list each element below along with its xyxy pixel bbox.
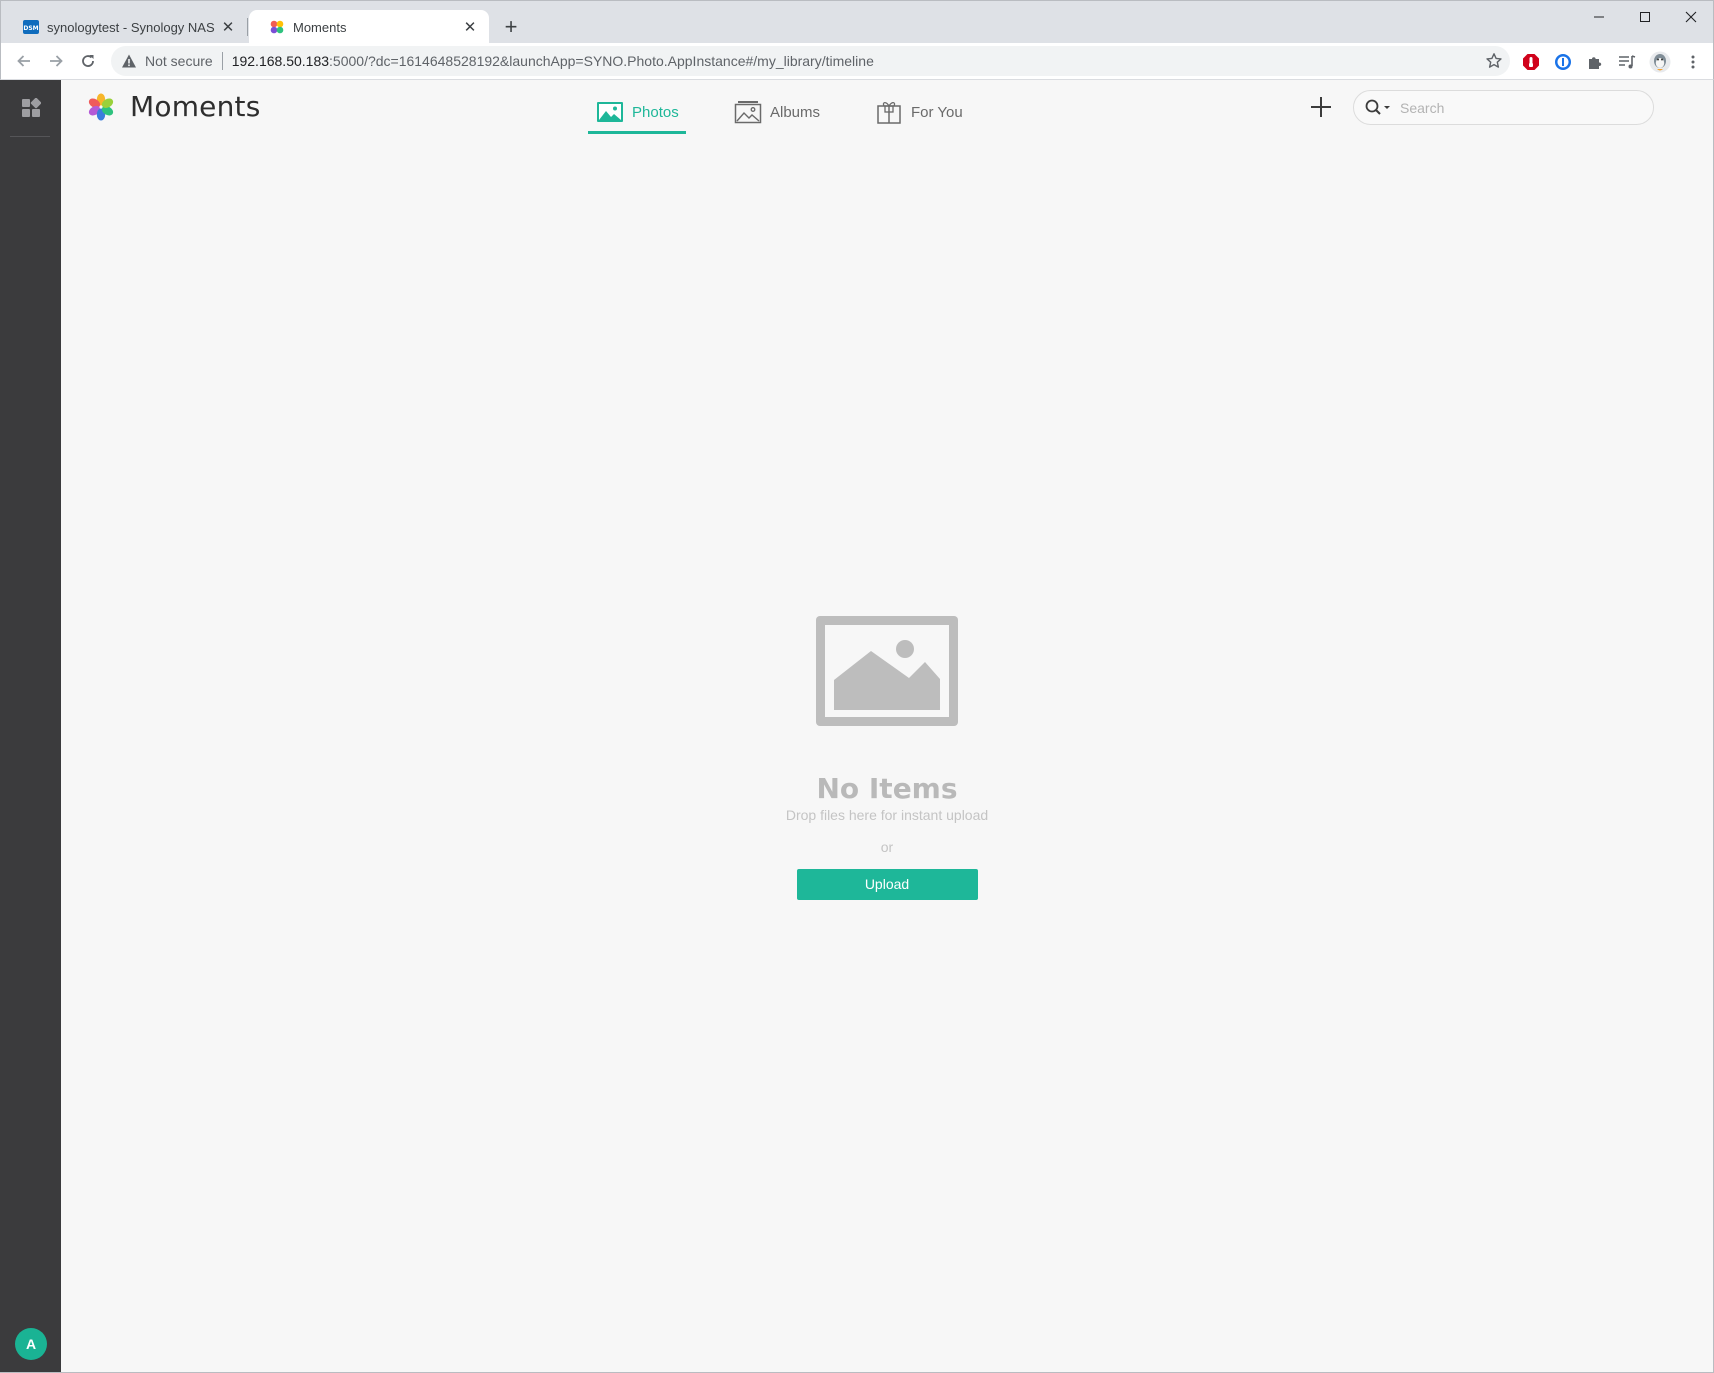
extensions-puzzle-icon[interactable] xyxy=(1585,52,1605,72)
browser-menu-kebab-icon[interactable] xyxy=(1683,52,1703,72)
tab-for-you-label: For You xyxy=(911,103,963,121)
add-button[interactable] xyxy=(1306,92,1336,122)
address-divider xyxy=(221,52,223,70)
empty-subtitle: Drop files here for instant upload xyxy=(785,807,989,823)
gift-icon xyxy=(877,101,901,124)
moments-favicon-icon xyxy=(270,20,284,34)
back-arrow-icon[interactable] xyxy=(10,47,38,75)
tab-close-icon[interactable]: ✕ xyxy=(460,17,480,37)
search-box xyxy=(1353,90,1654,125)
sidebar-divider xyxy=(10,136,50,137)
tab-title: synologytest - Synology NAS xyxy=(47,19,215,35)
tab-photos[interactable]: Photos xyxy=(596,94,679,130)
password-manager-extension-icon[interactable] xyxy=(1553,52,1573,72)
reload-icon[interactable] xyxy=(74,47,102,75)
media-queue-icon[interactable] xyxy=(1617,52,1637,72)
search-icon[interactable] xyxy=(1364,98,1394,118)
empty-title: No Items xyxy=(816,772,958,805)
tab-albums-label: Albums xyxy=(770,103,821,121)
tab-albums[interactable]: Albums xyxy=(734,94,820,130)
search-input[interactable] xyxy=(1400,99,1630,116)
photo-icon xyxy=(597,102,623,122)
plus-icon xyxy=(1311,97,1331,117)
browser-toolbar: Not secure 192.168.50.183:5000/?dc=16146… xyxy=(0,43,1714,80)
browser-tab-moments[interactable]: Moments ✕ xyxy=(249,10,489,44)
image-placeholder-icon xyxy=(816,616,958,726)
adblock-extension-icon[interactable] xyxy=(1521,52,1541,72)
window-close-icon[interactable] xyxy=(1668,3,1714,31)
albums-icon xyxy=(734,101,762,124)
new-tab-button[interactable]: + xyxy=(498,14,524,40)
url-host: 192.168.50.183 xyxy=(231,53,330,69)
app-title: Moments xyxy=(130,90,261,123)
browser-tabstrip: DSM synologytest - Synology NAS ✕ Moment… xyxy=(0,0,1714,44)
user-avatar[interactable]: A xyxy=(15,1328,47,1360)
dsm-favicon-icon: DSM xyxy=(23,20,39,34)
window-maximize-icon[interactable] xyxy=(1622,3,1668,31)
empty-state: No Items Drop files here for instant upl… xyxy=(61,600,1713,900)
empty-or-text: or xyxy=(880,839,894,855)
tab-photos-label: Photos xyxy=(632,103,679,121)
upload-button[interactable]: Upload xyxy=(796,869,978,900)
security-label[interactable]: Not secure xyxy=(145,53,213,69)
app-grid-icon[interactable] xyxy=(21,98,41,118)
profile-avatar-icon[interactable] xyxy=(1648,50,1672,74)
browser-tab-dsm[interactable]: DSM synologytest - Synology NAS ✕ xyxy=(3,10,248,44)
dsm-sidebar: A xyxy=(0,80,61,1373)
tab-close-icon[interactable]: ✕ xyxy=(218,17,238,37)
bookmark-star-icon[interactable] xyxy=(1485,52,1503,70)
warning-icon[interactable] xyxy=(121,53,137,69)
url-path: :5000/?dc=1614648528192&launchApp=SYNO.P… xyxy=(329,53,874,69)
address-bar[interactable]: Not secure 192.168.50.183:5000/?dc=16146… xyxy=(111,46,1510,76)
tab-for-you[interactable]: For You xyxy=(875,94,963,130)
tab-title: Moments xyxy=(293,19,347,35)
forward-arrow-icon[interactable] xyxy=(42,47,70,75)
moments-logo-icon xyxy=(88,93,114,121)
active-tab-indicator xyxy=(588,131,686,134)
window-minimize-icon[interactable] xyxy=(1576,3,1622,31)
app-header: Moments Photos Albums For You xyxy=(61,80,1713,142)
svg-text:DSM: DSM xyxy=(23,25,38,32)
